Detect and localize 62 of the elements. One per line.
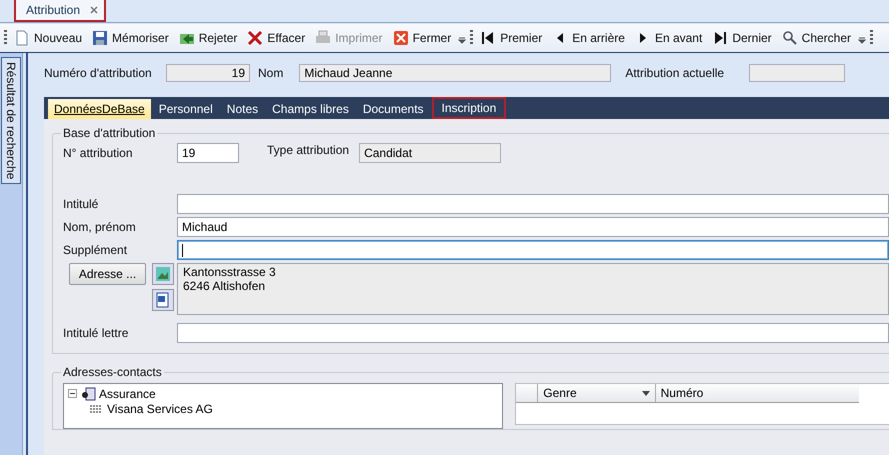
tab[interactable]: Inscription bbox=[432, 97, 506, 119]
map-icon bbox=[155, 266, 171, 282]
column-header[interactable]: Numéro bbox=[654, 384, 859, 402]
toolbar-button[interactable]: Chercher bbox=[778, 28, 854, 48]
input-field[interactable] bbox=[177, 194, 889, 214]
person-card-icon bbox=[80, 386, 96, 402]
word-document-button[interactable] bbox=[152, 289, 174, 311]
toolbar-grip[interactable] bbox=[870, 30, 874, 46]
search-icon bbox=[782, 30, 798, 46]
number-field: 19 bbox=[166, 64, 250, 82]
field-label: Intitulé bbox=[63, 197, 100, 211]
document-tab[interactable]: Attribution bbox=[14, 0, 106, 22]
printer-icon bbox=[315, 30, 332, 46]
last-icon bbox=[712, 30, 728, 46]
tree-item[interactable]: Assurance bbox=[99, 386, 156, 400]
toolbar-button[interactable]: Premier bbox=[477, 28, 546, 48]
toolbar-button[interactable]: Dernier bbox=[709, 28, 775, 48]
input-field[interactable] bbox=[177, 323, 889, 343]
close-icon bbox=[392, 30, 409, 46]
address-line: 6246 Altishofen bbox=[183, 279, 266, 293]
toolbar-grip[interactable] bbox=[4, 30, 7, 46]
tree-item[interactable]: Visana Services AG bbox=[107, 402, 213, 416]
tab[interactable]: Notes bbox=[220, 99, 264, 119]
address-line: Kantonsstrasse 3 bbox=[183, 265, 277, 279]
toolbar-button[interactable]: Fermer bbox=[390, 28, 454, 48]
name-label: Nom bbox=[258, 66, 284, 80]
toolbar-grip[interactable] bbox=[470, 30, 474, 46]
dropdown-arrow-icon bbox=[642, 390, 650, 396]
close-icon bbox=[90, 6, 98, 14]
tab[interactable]: DonnéesDeBase bbox=[48, 99, 151, 119]
toolbar-button[interactable]: Rejeter bbox=[176, 28, 240, 48]
input-field[interactable] bbox=[177, 240, 889, 260]
group-title: Base d'attribution bbox=[61, 126, 158, 140]
field-label: Nom, prénom bbox=[63, 220, 137, 234]
name-field: Michaud Jeanne bbox=[299, 64, 612, 82]
number-label: Numéro d'attribution bbox=[44, 66, 153, 80]
toolbar-button[interactable]: Nouveau bbox=[11, 28, 86, 48]
current-label: Attribution actuelle bbox=[625, 66, 726, 80]
toolbar-button[interactable]: Mémoriser bbox=[89, 28, 172, 48]
toolbar-button[interactable]: En avant bbox=[632, 28, 706, 48]
input-field[interactable]: 19 bbox=[177, 143, 239, 163]
tab[interactable]: Champs libres bbox=[266, 99, 355, 119]
tab[interactable]: Personnel bbox=[152, 99, 219, 119]
group-title: Adresses-contacts bbox=[61, 365, 164, 379]
cross-icon bbox=[247, 30, 264, 46]
lines-icon bbox=[88, 404, 104, 414]
input-field[interactable]: Michaud bbox=[177, 217, 889, 237]
tab[interactable]: Documents bbox=[356, 99, 430, 119]
field-label: N° attribution bbox=[63, 146, 134, 160]
page-icon bbox=[14, 30, 30, 46]
column-header[interactable]: Genre bbox=[537, 384, 655, 402]
address-button[interactable]: Adresse ... bbox=[69, 263, 146, 285]
sidebar-tab[interactable]: Résultat de recherche bbox=[1, 57, 21, 184]
collapse-icon[interactable] bbox=[68, 389, 77, 398]
map-button[interactable] bbox=[152, 263, 174, 285]
toolbar-button[interactable]: En arrière bbox=[549, 28, 628, 48]
field-label: Intitulé lettre bbox=[63, 326, 130, 340]
document-icon bbox=[155, 292, 171, 308]
toolbar-button[interactable]: Effacer bbox=[244, 28, 308, 48]
field-label: Supplément bbox=[63, 243, 128, 257]
type-field: Candidat bbox=[359, 143, 502, 163]
field-label: Type attribution bbox=[267, 143, 350, 157]
